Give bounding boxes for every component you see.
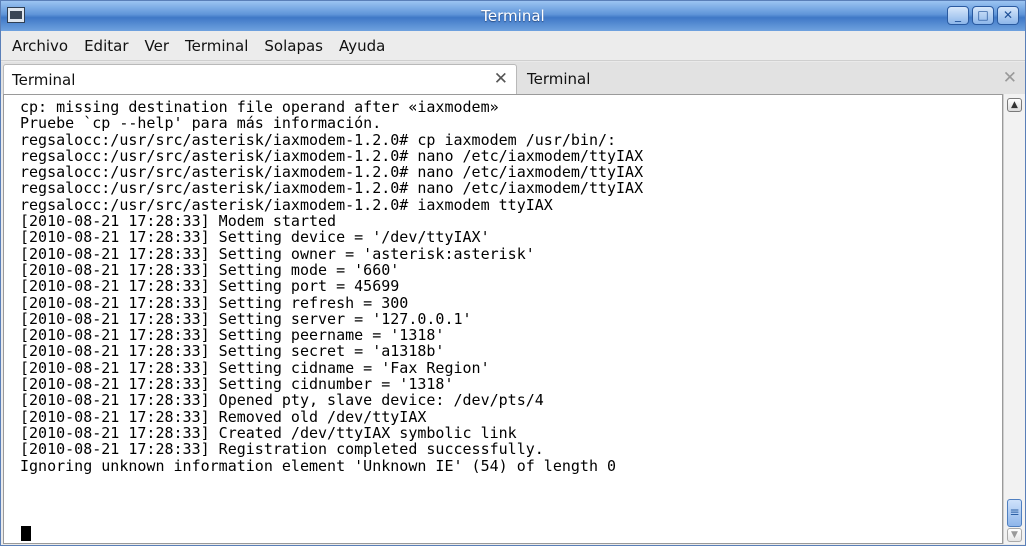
menu-ver[interactable]: Ver bbox=[145, 37, 170, 55]
tab-label: Terminal bbox=[527, 70, 591, 88]
tab-bar: Terminal ✕ Terminal ✕ bbox=[1, 62, 1025, 94]
window-controls: _ □ ✕ bbox=[947, 6, 1019, 25]
tab-close-icon[interactable]: ✕ bbox=[494, 69, 508, 89]
close-button[interactable]: ✕ bbox=[997, 6, 1019, 25]
terminal-output[interactable]: cp: missing destination file operand aft… bbox=[3, 94, 1003, 544]
menu-terminal[interactable]: Terminal bbox=[185, 37, 248, 55]
scroll-down-arrow-icon[interactable]: ▼ bbox=[1007, 528, 1022, 542]
scrollbar-thumb[interactable]: ≡ bbox=[1007, 499, 1022, 527]
text-cursor bbox=[21, 526, 31, 541]
tab-label: Terminal bbox=[12, 71, 76, 89]
tab-close-icon[interactable]: ✕ bbox=[1003, 68, 1017, 88]
minimize-button[interactable]: _ bbox=[947, 6, 969, 25]
scroll-up-arrow-icon[interactable]: ▲ bbox=[1007, 98, 1022, 112]
menu-archivo[interactable]: Archivo bbox=[12, 37, 68, 55]
tab-terminal-2[interactable]: Terminal ✕ bbox=[519, 64, 1025, 94]
maximize-button[interactable]: □ bbox=[972, 6, 994, 25]
menu-editar[interactable]: Editar bbox=[84, 37, 128, 55]
menu-bar: Archivo Editar Ver Terminal Solapas Ayud… bbox=[1, 31, 1025, 61]
tab-terminal-1[interactable]: Terminal ✕ bbox=[3, 64, 517, 94]
terminal-window: Terminal _ □ ✕ Archivo Editar Ver Termin… bbox=[0, 0, 1026, 546]
menu-solapas[interactable]: Solapas bbox=[264, 37, 323, 55]
window-title: Terminal bbox=[481, 7, 545, 25]
terminal-text: cp: missing destination file operand aft… bbox=[20, 98, 644, 475]
title-bar[interactable]: Terminal _ □ ✕ bbox=[1, 1, 1025, 31]
menu-ayuda[interactable]: Ayuda bbox=[339, 37, 385, 55]
vertical-scrollbar[interactable]: ▲ ≡ ▼ bbox=[1003, 94, 1025, 544]
